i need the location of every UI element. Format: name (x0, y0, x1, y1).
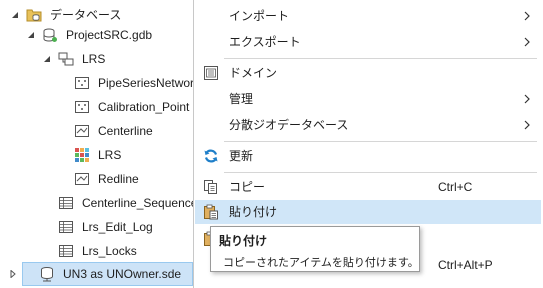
tree-item-centerline-sequence[interactable]: Centerline_Sequence (0, 191, 193, 215)
menu-item-label: コピー (229, 180, 266, 194)
menu-item-copy[interactable]: コピー Ctrl+C (195, 175, 541, 199)
feature-class-icon (74, 171, 90, 187)
tree-item-label: PipeSeriesNetwork (98, 76, 193, 90)
tree-item-label: UN3 as UNOwner.sde (63, 267, 182, 281)
tooltip-title: 貼り付け (219, 234, 268, 248)
menu-item-label: 分散ジオデータベース (229, 118, 349, 132)
feature-class-icon (74, 123, 90, 139)
collapse-arrow-icon[interactable] (42, 54, 52, 64)
menu-item-label: ドメイン (229, 66, 278, 80)
tooltip-description: コピーされたアイテムを貼り付けます。 (223, 257, 419, 269)
tree-item-redline[interactable]: Redline (0, 167, 193, 191)
database-connection-icon (39, 266, 55, 282)
menu-item-domain[interactable]: ドメイン (195, 61, 541, 85)
tree-item-label: Redline (98, 172, 139, 186)
menu-item-label: 更新 (229, 149, 254, 163)
tree-item-un3-connection[interactable]: UN3 as UNOwner.sde (10, 262, 193, 286)
tooltip: 貼り付け コピーされたアイテムを貼り付けます。 (210, 226, 420, 272)
tree-item-centerline[interactable]: Centerline (0, 119, 193, 143)
menu-item-import[interactable]: インポート (195, 4, 541, 28)
menu-item-distributed-geodatabase[interactable]: 分散ジオデータベース (195, 113, 541, 137)
tree-item-label: LRS (98, 148, 122, 162)
folder-database-icon (26, 7, 42, 23)
menu-separator (224, 141, 537, 142)
domain-icon (203, 65, 219, 81)
catalog-tree: データベース ProjectSRC.gdb LRS PipeSeriesNetw… (0, 0, 193, 288)
menu-item-label: インポート (229, 9, 290, 23)
chevron-right-icon (521, 92, 533, 106)
tree-item-label: Centerline_Sequence (82, 196, 193, 210)
menu-item-label: エクスポート (229, 35, 301, 49)
tree-item-calibration-point[interactable]: Calibration_Point (0, 95, 193, 119)
tree-item-label: Calibration_Point (98, 100, 190, 114)
menu-item-shortcut: Ctrl+C (438, 180, 473, 194)
table-icon (58, 195, 74, 211)
feature-dataset-icon (58, 51, 74, 67)
feature-class-icon (74, 99, 90, 115)
feature-class-icon (74, 75, 90, 91)
lrs-icon (74, 147, 90, 163)
tree-item-pipeseriesnetwork[interactable]: PipeSeriesNetwork (0, 71, 193, 95)
menu-item-paste[interactable]: 貼り付け (195, 200, 541, 224)
collapse-arrow-icon[interactable] (10, 10, 20, 20)
table-icon (58, 219, 74, 235)
menu-item-label: 貼り付け (229, 205, 278, 219)
menu-item-export[interactable]: エクスポート (195, 30, 541, 54)
refresh-icon (203, 148, 219, 164)
tree-item-label: LRS (82, 52, 106, 66)
chevron-right-icon (521, 118, 533, 132)
chevron-right-icon (521, 9, 533, 23)
geodatabase-icon (42, 27, 58, 43)
tree-item-lrs-dataset[interactable]: LRS (0, 47, 193, 71)
tree-item-lrs[interactable]: LRS (0, 143, 193, 167)
tree-item-label: Centerline (98, 124, 153, 138)
menu-separator (224, 58, 537, 59)
tree-item-lrs-locks[interactable]: Lrs_Locks (0, 239, 193, 263)
expand-arrow-icon[interactable] (8, 269, 18, 279)
menu-item-shortcut: Ctrl+Alt+P (438, 258, 493, 272)
copy-icon (203, 179, 219, 195)
tree-item-label: Lrs_Edit_Log (82, 220, 153, 234)
table-icon (58, 243, 74, 259)
menu-item-label: 管理 (229, 92, 254, 106)
menu-separator (224, 172, 537, 173)
chevron-right-icon (521, 35, 533, 49)
tree-item-lrs-edit-log[interactable]: Lrs_Edit_Log (0, 215, 193, 239)
menu-item-refresh[interactable]: 更新 (195, 144, 541, 168)
collapse-arrow-icon[interactable] (26, 30, 36, 40)
menu-item-manage[interactable]: 管理 (195, 87, 541, 111)
paste-icon (203, 204, 219, 220)
tree-item-label: ProjectSRC.gdb (66, 28, 153, 42)
tree-item-projectsrc-gdb[interactable]: ProjectSRC.gdb (0, 23, 193, 47)
tree-item-label: Lrs_Locks (82, 244, 137, 258)
